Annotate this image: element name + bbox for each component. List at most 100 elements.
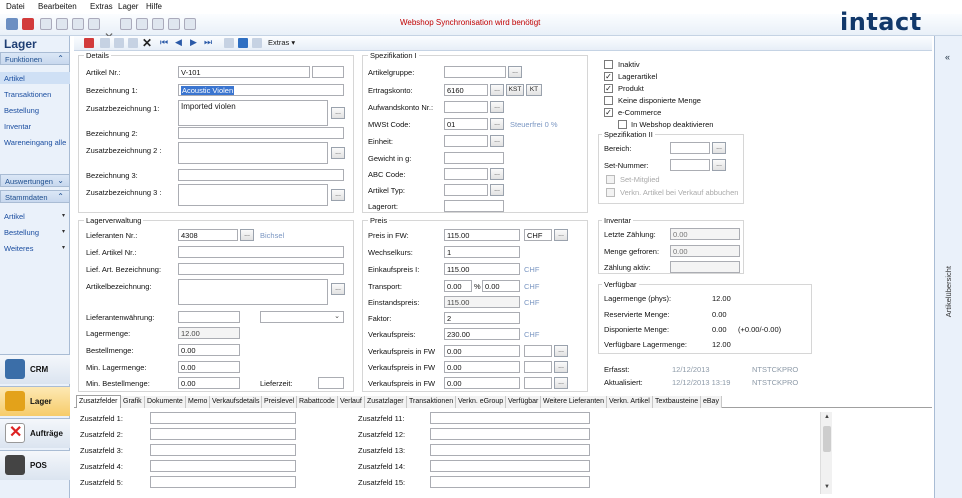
- list-icon[interactable]: [252, 38, 262, 48]
- view-icon[interactable]: [238, 38, 248, 48]
- lagerort-input[interactable]: [444, 200, 504, 212]
- einkaufspreis-input[interactable]: 115.00: [444, 263, 520, 275]
- bezeichnung2-input[interactable]: [178, 127, 344, 139]
- zusatzfeld-input[interactable]: [430, 412, 590, 424]
- lieferantenwaehrung-select[interactable]: ⌄: [260, 311, 344, 323]
- zusatzfeld-input[interactable]: [150, 444, 296, 456]
- lief-art-bezeichnung-input[interactable]: [178, 263, 344, 275]
- abc-code-lookup-button[interactable]: ...: [490, 168, 504, 180]
- prev-record-icon[interactable]: ◀: [175, 37, 182, 48]
- zusatz3-more-button[interactable]: ...: [331, 189, 345, 201]
- artikel-typ-input[interactable]: [444, 184, 488, 196]
- vk-fw2-lookup-button[interactable]: ...: [554, 361, 568, 373]
- tab-verf-gbar[interactable]: Verfügbar: [506, 396, 542, 408]
- einheit-lookup-button[interactable]: ...: [490, 135, 504, 147]
- preview-icon[interactable]: [136, 18, 148, 30]
- tab-transaktionen[interactable]: Transaktionen: [407, 396, 457, 408]
- bezeichnung3-input[interactable]: [178, 169, 344, 181]
- close-record-icon[interactable]: [84, 38, 94, 48]
- verkaufspreis-input[interactable]: 230.00: [444, 328, 520, 340]
- min-lagermenge-input[interactable]: 0.00: [178, 361, 240, 373]
- next-record-icon[interactable]: ▶: [190, 37, 197, 48]
- print-icon[interactable]: [120, 18, 132, 30]
- nav-link-transaktionen[interactable]: Transaktionen: [4, 90, 51, 99]
- ertragskonto-lookup-button[interactable]: ...: [490, 84, 504, 96]
- abc-code-input[interactable]: [444, 168, 488, 180]
- collapse-left-icon[interactable]: «: [945, 52, 950, 62]
- home-icon[interactable]: [6, 18, 18, 30]
- tab-grafik[interactable]: Grafik: [121, 396, 145, 408]
- currency-lookup-button[interactable]: ...: [554, 229, 568, 241]
- webshop-deaktivieren-checkbox[interactable]: [618, 120, 627, 129]
- set-nummer-input[interactable]: [670, 159, 710, 171]
- vk-fw1-currency[interactable]: [524, 345, 552, 357]
- zusatzfeld-input[interactable]: [150, 460, 296, 472]
- lieferanten-nr-input[interactable]: 4308: [178, 229, 238, 241]
- tab-memo[interactable]: Memo: [186, 396, 211, 408]
- zusatzfeld-input[interactable]: [150, 428, 296, 440]
- nav-dropdown-weiteres[interactable]: Weiteres ▾: [4, 244, 65, 253]
- tab-ebay[interactable]: eBay: [701, 396, 722, 408]
- nav-link-artikel[interactable]: Artikel: [4, 74, 25, 83]
- filter-icon[interactable]: [168, 18, 180, 30]
- vk-fw2-currency[interactable]: [524, 361, 552, 373]
- artikel-nr-input[interactable]: V-101: [178, 66, 310, 78]
- save-icon[interactable]: [72, 18, 84, 30]
- tab-zusatzfelder[interactable]: Zusatzfelder: [76, 395, 121, 408]
- zusatzfeld-input[interactable]: [430, 444, 590, 456]
- mwst-input[interactable]: 01: [444, 118, 488, 130]
- zusatzbezeichnung1-textarea[interactable]: Imported violen: [178, 100, 328, 126]
- module-auftraege[interactable]: ✕ Aufträge: [0, 418, 70, 448]
- zusatzbezeichnung2-textarea[interactable]: [178, 142, 328, 164]
- save-record-icon[interactable]: [100, 38, 110, 48]
- zusatzbezeichnung3-textarea[interactable]: [178, 184, 328, 206]
- zusatz1-more-button[interactable]: ...: [331, 107, 345, 119]
- transport-amount-input[interactable]: 0.00: [482, 280, 520, 292]
- vk-fw3-currency[interactable]: [524, 377, 552, 389]
- nav-dropdown-bestellung[interactable]: Bestellung ▾: [4, 228, 65, 237]
- menu-hilfe[interactable]: Hilfe: [146, 2, 162, 11]
- bereich-lookup-button[interactable]: ...: [712, 142, 726, 154]
- nav-section-stammdaten[interactable]: Stammdaten ⌃: [0, 190, 70, 203]
- ecommerce-checkbox[interactable]: ✓: [604, 108, 613, 117]
- scroll-thumb[interactable]: [823, 426, 831, 452]
- nav-section-auswertungen[interactable]: Auswertungen ⌄: [0, 174, 70, 187]
- menu-bearbeiten[interactable]: Bearbeiten: [38, 2, 77, 11]
- tab-dokumente[interactable]: Dokumente: [145, 396, 186, 408]
- last-record-icon[interactable]: ⏭: [204, 37, 212, 48]
- extras-menu[interactable]: Extras ▾: [268, 38, 295, 47]
- gewicht-input[interactable]: [444, 152, 504, 164]
- tab-verkn-egroup[interactable]: Verkn. eGroup: [456, 396, 507, 408]
- right-panel-strip[interactable]: « Artikelübersicht: [934, 36, 962, 498]
- mail-icon[interactable]: [152, 18, 164, 30]
- artikelgruppe-lookup-button[interactable]: ...: [508, 66, 522, 78]
- nav-link-bestellung[interactable]: Bestellung: [4, 106, 39, 115]
- zusatzfeld-input[interactable]: [150, 476, 296, 488]
- nav-section-funktionen[interactable]: Funktionen ⌃: [0, 52, 70, 65]
- vk-fw3-lookup-button[interactable]: ...: [554, 377, 568, 389]
- tab-verlauf[interactable]: Verlauf: [338, 396, 365, 408]
- menu-lager[interactable]: Lager: [118, 2, 138, 11]
- set-mitglied-checkbox[interactable]: [606, 175, 615, 184]
- verkn-abbuchen-checkbox[interactable]: [606, 188, 615, 197]
- new-record-icon[interactable]: [114, 38, 124, 48]
- lief-artikel-nr-input[interactable]: [178, 246, 344, 258]
- artikel-typ-lookup-button[interactable]: ...: [490, 184, 504, 196]
- lieferant-lookup-button[interactable]: ...: [240, 229, 254, 241]
- menu-datei[interactable]: Datei: [6, 2, 25, 11]
- produkt-checkbox[interactable]: ✓: [604, 84, 613, 93]
- artikelgruppe-input[interactable]: [444, 66, 506, 78]
- copy-icon[interactable]: [88, 18, 100, 30]
- tab-textbausteine[interactable]: Textbausteine: [653, 396, 702, 408]
- artikel-nr-extra-input[interactable]: [312, 66, 344, 78]
- module-pos[interactable]: POS: [0, 450, 70, 480]
- tab-weitere-lieferanten[interactable]: Weitere Lieferanten: [541, 396, 607, 408]
- ertragskonto-input[interactable]: 6160: [444, 84, 488, 96]
- first-record-icon[interactable]: ⏮: [160, 37, 168, 48]
- lagerartikel-checkbox[interactable]: ✓: [604, 72, 613, 81]
- tab-preislevel[interactable]: Preislevel: [262, 396, 298, 408]
- panel-scrollbar[interactable]: ▲ ▼: [820, 412, 832, 494]
- tab-verkaufsdetails[interactable]: Verkaufsdetails: [210, 396, 263, 408]
- nav-link-inventar[interactable]: Inventar: [4, 122, 31, 131]
- bezeichnung1-input[interactable]: Acoustic Violen: [178, 84, 344, 96]
